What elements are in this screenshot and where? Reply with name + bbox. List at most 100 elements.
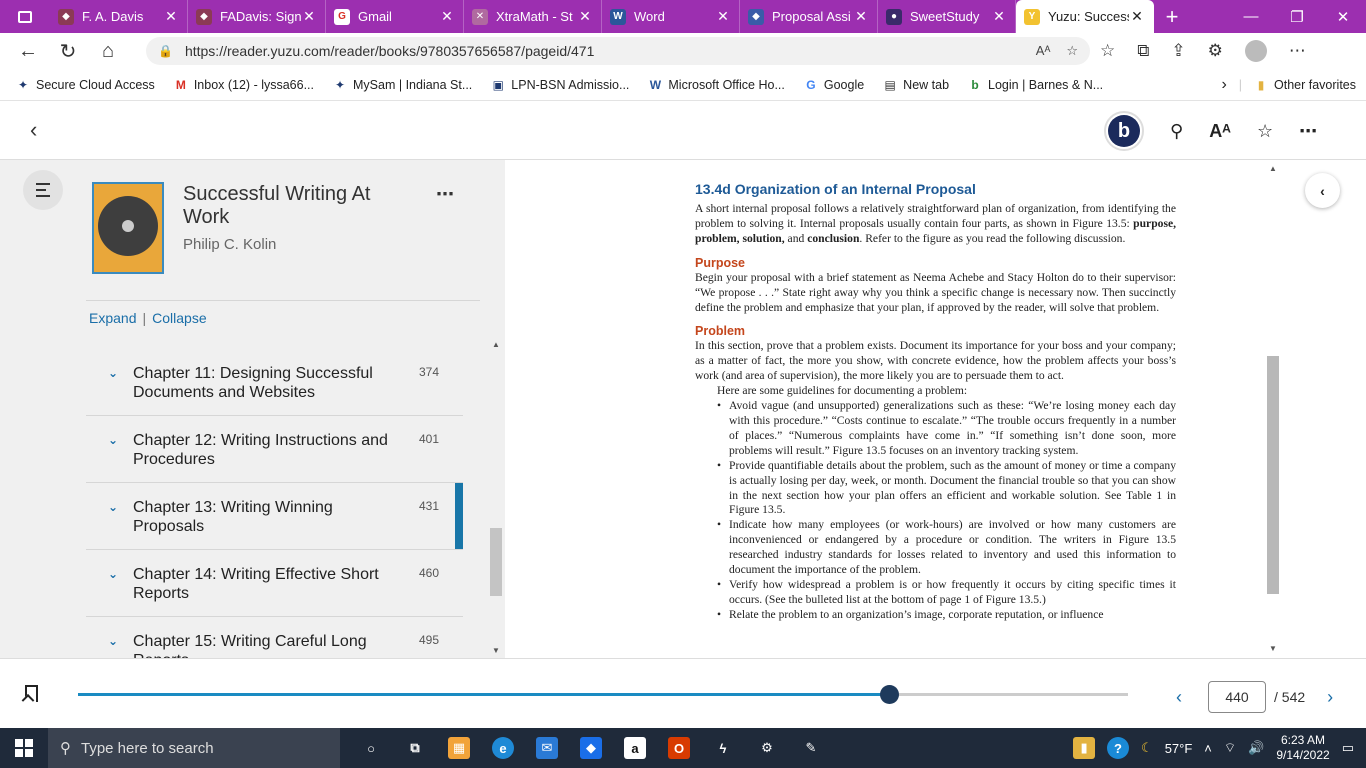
browser-tab[interactable]: W Word ✕ (602, 0, 740, 33)
clock[interactable]: 6:23 AM 9/14/2022 (1276, 733, 1329, 763)
office-icon[interactable]: O (668, 737, 690, 759)
favorites-icon[interactable]: ☆ (1100, 41, 1115, 61)
bookmark-item[interactable]: W Microsoft Office Ho... (648, 77, 785, 92)
next-page-icon[interactable]: › (1327, 687, 1333, 708)
progress-knob[interactable] (879, 685, 899, 704)
network-icon[interactable]: ⌔ (1224, 740, 1236, 756)
back-chevron-icon[interactable]: ‹ (30, 117, 37, 143)
prev-page-icon[interactable]: ‹ (1176, 687, 1182, 708)
browser-tab[interactable]: ✕ XtraMath - St ✕ (464, 0, 602, 33)
page-scroll-down-icon[interactable]: ▼ (1269, 644, 1277, 653)
close-tab-icon[interactable]: ✕ (301, 8, 317, 25)
expand-link[interactable]: Expand (89, 310, 136, 326)
chevron-down-icon[interactable]: ⌄ (108, 433, 118, 447)
bookmark-item[interactable]: b Login | Barnes & N... (968, 78, 1103, 92)
file-explorer-icon[interactable]: ▮ (1073, 737, 1096, 759)
collections-icon[interactable]: ⧉ (1137, 41, 1149, 61)
close-tab-icon[interactable]: ✕ (439, 8, 455, 25)
scroll-up-icon[interactable]: ▲ (492, 340, 500, 349)
toc-scrollbar[interactable]: ▲ ▼ (489, 340, 503, 658)
book-more-icon[interactable]: ⋯ (436, 184, 454, 205)
bookmark-item[interactable]: G Google (804, 78, 864, 92)
chevron-down-icon[interactable]: ⌄ (108, 500, 118, 514)
other-favorites-folder[interactable]: ▮ Other favorites (1254, 78, 1356, 92)
bookmark-item[interactable]: ✦ Secure Cloud Access (16, 78, 155, 92)
windows-start-icon[interactable] (0, 728, 48, 768)
page-scroll-up-icon[interactable]: ▲ (1269, 164, 1277, 173)
extensions-icon[interactable]: ⚙ (1208, 41, 1223, 61)
browser-tab[interactable]: ◆ F. A. Davis ✕ (50, 0, 188, 33)
settings-gear-icon[interactable]: ⚙ (756, 737, 778, 759)
chapter-item[interactable]: ⌄ Chapter 12: Writing Instructions and Pr… (86, 416, 463, 483)
page-scrollbar[interactable]: ▲ ▼ (1266, 160, 1280, 658)
chapter-item[interactable]: ⌄ Chapter 13: Writing Winning Proposals 43… (86, 483, 463, 550)
toc-scroll-thumb[interactable] (490, 528, 502, 596)
url-field[interactable]: 🔒 https://reader.yuzu.com/reader/books/9… (146, 37, 1090, 65)
search-icon[interactable]: ⚲ (1170, 121, 1183, 142)
page-scroll-thumb[interactable] (1267, 356, 1279, 594)
paint-icon[interactable]: ✎ (800, 737, 822, 759)
add-favorite-icon[interactable]: ☆ (1066, 43, 1078, 59)
tray-chevron-icon[interactable]: ˄ (1204, 741, 1212, 756)
help-icon[interactable]: ? (1107, 737, 1130, 759)
collapse-link[interactable]: Collapse (152, 310, 206, 326)
chapter-item[interactable]: ⌄ Chapter 14: Writing Effective Short Rep… (86, 550, 463, 617)
close-tab-icon[interactable]: ✕ (163, 8, 179, 25)
close-tab-icon[interactable]: ✕ (853, 8, 869, 25)
chapter-item[interactable]: ⌄ Chapter 11: Designing Successful Docume… (86, 349, 463, 416)
bookmark-item[interactable]: M Inbox (12) - lyssa66... (174, 78, 314, 92)
page-number-input[interactable]: 440 (1208, 681, 1266, 713)
bolt-icon[interactable]: ϟ (712, 737, 734, 759)
notifications-icon[interactable]: ▭ (1342, 740, 1354, 756)
bookmark-item[interactable]: ▤ New tab (883, 78, 950, 92)
edge-icon[interactable]: e (492, 737, 514, 759)
read-aloud-icon[interactable]: Aᴬ (1036, 43, 1051, 59)
refresh-icon[interactable]: ↻ (48, 33, 88, 69)
chevron-down-icon[interactable]: ⌄ (108, 567, 118, 581)
bookmark-icon[interactable] (25, 685, 38, 702)
chevron-down-icon[interactable]: ⌄ (108, 366, 118, 380)
task-view-icon[interactable]: ⧉ (404, 737, 426, 759)
browser-tab[interactable]: ◆ FADavis: Sign ✕ (188, 0, 326, 33)
temperature[interactable]: 57°F (1165, 741, 1193, 756)
page-progress-slider[interactable] (78, 685, 1128, 704)
scroll-down-icon[interactable]: ▼ (492, 646, 500, 655)
share-icon[interactable]: ⇪ (1171, 41, 1185, 61)
chevron-down-icon[interactable]: ⌄ (108, 634, 118, 648)
chapter-item[interactable]: ⌄ Chapter 15: Writing Careful Long Report… (86, 617, 463, 658)
minimize-icon[interactable]: — (1228, 0, 1274, 33)
bookmark-item[interactable]: ▣ LPN-BSN Admissio... (491, 78, 630, 92)
back-arrow-icon[interactable]: ← (8, 33, 48, 69)
browser-tab[interactable]: G Gmail ✕ (326, 0, 464, 33)
home-icon[interactable]: ⌂ (88, 33, 128, 69)
close-window-icon[interactable]: ✕ (1320, 0, 1366, 33)
menu-icon[interactable] (23, 170, 63, 210)
volume-icon[interactable]: 🔊 (1248, 740, 1264, 756)
profile-avatar[interactable] (1244, 40, 1267, 62)
browser-tab[interactable]: ◆ Proposal Assi ✕ (740, 0, 878, 33)
taskbar-search[interactable]: ⚲ Type here to search (48, 728, 340, 768)
bookmark-item[interactable]: ✦ MySam | Indiana St... (333, 78, 472, 92)
more-bookmarks-chevron-icon[interactable]: › (1221, 76, 1226, 94)
new-tab-button[interactable]: + (1154, 0, 1190, 33)
mail-icon[interactable]: ✉ (536, 737, 558, 759)
close-tab-icon[interactable]: ✕ (715, 8, 731, 25)
close-tab-icon[interactable]: ✕ (577, 8, 593, 25)
browser-tab[interactable]: ● SweetStudy ✕ (878, 0, 1016, 33)
font-size-icon[interactable]: Aᴬ (1209, 121, 1231, 142)
dropbox-icon[interactable]: ◆ (580, 737, 602, 759)
cortana-icon[interactable]: ○ (360, 737, 382, 759)
restore-icon[interactable]: ❐ (1274, 0, 1320, 33)
more-options-icon[interactable]: ⋯ (1299, 121, 1317, 142)
bartleby-logo[interactable]: b (1104, 111, 1144, 151)
collapse-panel-chevron-icon[interactable]: ‹ (1305, 173, 1340, 208)
bookmark-favicon: W (649, 77, 662, 92)
tab-actions-icon[interactable] (0, 0, 50, 33)
browser-tab[interactable]: Y Yuzu: Success ✕ (1016, 0, 1154, 33)
settings-menu-icon[interactable]: ⋯ (1289, 41, 1306, 61)
notes-star-icon[interactable]: ☆ (1257, 121, 1273, 142)
store-icon[interactable]: ▦ (448, 737, 470, 759)
amazon-icon[interactable]: a (624, 737, 646, 759)
close-tab-icon[interactable]: ✕ (1129, 8, 1145, 25)
close-tab-icon[interactable]: ✕ (991, 8, 1007, 25)
